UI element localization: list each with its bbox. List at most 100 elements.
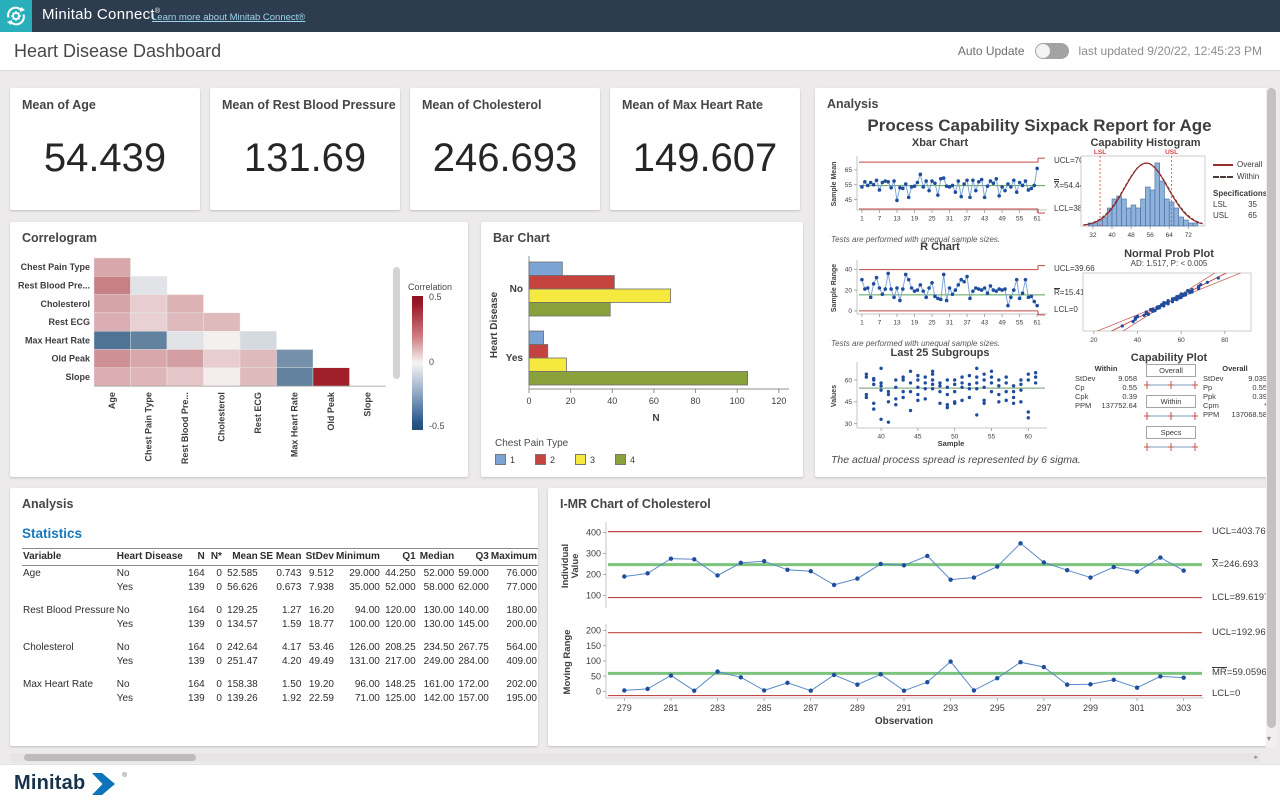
svg-text:7: 7 [878,216,882,223]
svg-text:1: 1 [860,216,864,223]
svg-text:37: 37 [963,216,971,223]
learn-more-link[interactable]: Learn more about Minitab Connect® [152,12,305,23]
svg-text:Value: Value [570,554,581,579]
legend-entry: Overall [1213,160,1267,169]
i-ucl-label: UCL=403.766 [1212,526,1271,537]
legend-entry-chest-pain-3[interactable]: 3 [575,454,595,465]
svg-text:Chest Pain Type: Chest Pain Type [144,392,154,461]
svg-text:25: 25 [928,320,936,327]
minitab-footer-logo[interactable]: Minitab ® [14,772,127,795]
vertical-scrollbar[interactable]: ▾ [1266,88,1277,748]
svg-text:Sample Mean: Sample Mean [831,162,838,207]
svg-text:80: 80 [1221,337,1229,344]
xbar-chart[interactable]: 45556517131925313743495561Sample Mean [829,150,1051,236]
kpi-value: 54.439 [10,106,200,210]
svg-text:61: 61 [1034,216,1042,223]
svg-text:60: 60 [1025,434,1033,441]
scroll-right-arrow-icon[interactable]: ▸ [1254,753,1258,761]
svg-text:55: 55 [1016,320,1024,327]
auto-update-toggle[interactable] [1035,43,1069,59]
svg-text:45: 45 [914,434,922,441]
kpi-card-mean-age[interactable]: Mean of Age 54.439 [10,88,200,210]
r-chart[interactable]: 0204017131925313743495561Sample Range [829,254,1051,340]
legend-entry: Within [1213,172,1267,181]
app: Minitab Connect® Learn more about Minita… [0,0,1280,802]
analysis-sixpack-panel: Analysis Process Capability Sixpack Repo… [815,88,1272,477]
svg-text:65: 65 [845,167,853,174]
svg-text:281: 281 [663,703,678,713]
capability-stats: WithinStDev9.058Cp0.55Cpk0.39PPM137752.6… [1075,364,1137,410]
legend-entry-chest-pain-2[interactable]: 2 [535,454,555,465]
stats-row: Max Heart RateNo1640158.381.5019.2096.00… [22,677,538,691]
svg-text:Observation: Observation [875,716,933,727]
svg-text:303: 303 [1176,703,1191,713]
capability-plot: WithinStDev9.058Cp0.55Cpk0.39PPM137752.6… [1075,364,1267,454]
legend-entry-chest-pain-4[interactable]: 4 [615,454,635,465]
svg-text:301: 301 [1130,703,1145,713]
svg-text:30: 30 [845,421,853,428]
correlogram-scrollbar[interactable] [393,267,400,379]
svg-text:279: 279 [617,703,632,713]
brand-name: Minitab Connect® [42,6,160,23]
svg-text:19: 19 [911,320,919,327]
svg-text:297: 297 [1036,703,1051,713]
sixpack-report-title: Process Capability Sixpack Report for Ag… [815,116,1264,136]
statistics-table: VariableHeart DiseaseNN*MeanSE MeanStDev… [22,548,538,705]
svg-text:32: 32 [1089,232,1097,239]
panel-title: Analysis [22,497,73,511]
legend-tick: 0 [429,357,434,367]
correlogram-panel: Correlogram Chest Pain TypeRest Blood Pr… [10,222,468,477]
normal-prob-plot-chart[interactable]: 20406080 [1075,269,1263,349]
kpi-card-mean-max-heart-rate[interactable]: Mean of Max Heart Rate 149.607 [610,88,800,210]
correlation-legend-title: Correlation [408,282,452,292]
stats-col-header: Maximum [490,549,538,566]
histogram-legend: OverallWithinSpecificationsLSL35USL65 [1213,160,1267,220]
footer-reg-mark: ® [122,773,126,779]
correlation-gradient-bar [412,296,423,430]
svg-text:49: 49 [998,320,1006,327]
svg-text:60: 60 [845,377,853,384]
statistics-subtitle[interactable]: Statistics [22,526,82,541]
svg-text:0: 0 [596,686,601,696]
capability-boxes: OverallWithinSpecs [1143,364,1199,457]
moving-range-chart[interactable]: 0501001502002792812832852872892912932952… [554,620,1268,738]
svg-text:40: 40 [845,267,853,274]
horizontal-scrollbar[interactable]: ▸ [10,753,1260,762]
svg-text:Values: Values [831,385,838,407]
xbar-chart-title: Xbar Chart [829,137,1051,149]
svg-text:299: 299 [1083,703,1098,713]
stats-col-header: Minimum [335,549,381,566]
stats-col-header: Mean [223,549,259,566]
minitab-chevron-icon [91,773,116,795]
individual-value-chart[interactable]: 100200300400IndividualValue [554,516,1268,618]
stats-col-header: Variable [22,549,116,566]
correlogram-heatmap[interactable]: Chest Pain TypeRest Blood Pre...Choleste… [14,250,406,476]
svg-text:80: 80 [691,396,701,406]
svg-text:293: 293 [943,703,958,713]
legend-entry-chest-pain-1[interactable]: 1 [495,454,515,465]
panel-title: Analysis [827,97,878,111]
scroll-down-arrow-icon[interactable]: ▾ [1267,734,1271,743]
svg-text:Rest ECG: Rest ECG [253,392,263,434]
svg-text:No: No [510,284,523,295]
horizontal-scrollbar-thumb[interactable] [24,754,196,761]
last25-subgroups-chart[interactable]: 3045604045505560ValuesSample [829,358,1051,450]
svg-text:LSL: LSL [1094,149,1106,156]
svg-text:48: 48 [1127,232,1135,239]
bar-chart-legend: Chest Pain Type1234 [495,438,649,465]
heart-disease-bar-chart[interactable]: NoYes020406080100120NHeart Disease [483,250,803,436]
svg-text:Max Heart Rate: Max Heart Rate [25,335,90,345]
vertical-scrollbar-thumb[interactable] [1267,88,1276,728]
panel-title: Correlogram [22,231,97,245]
kpi-card-mean-cholesterol[interactable]: Mean of Cholesterol 246.693 [410,88,600,210]
capability-histogram-chart[interactable]: LSLUSL324048566472 [1077,148,1209,244]
svg-text:291: 291 [896,703,911,713]
stats-col-header: Q3 [455,549,490,566]
svg-text:287: 287 [803,703,818,713]
mr-lcl-label: LCL=0 [1212,688,1240,699]
minitab-connect-logo-icon[interactable] [0,0,32,32]
legend-tick: -0.5 [429,421,445,431]
stats-row: AgeNo164052.5850.7439.51229.00044.25052.… [22,566,538,581]
kpi-card-mean-rest-blood-pressure[interactable]: Mean of Rest Blood Pressure 131.69 [210,88,400,210]
stats-col-header: StDev [302,549,335,566]
